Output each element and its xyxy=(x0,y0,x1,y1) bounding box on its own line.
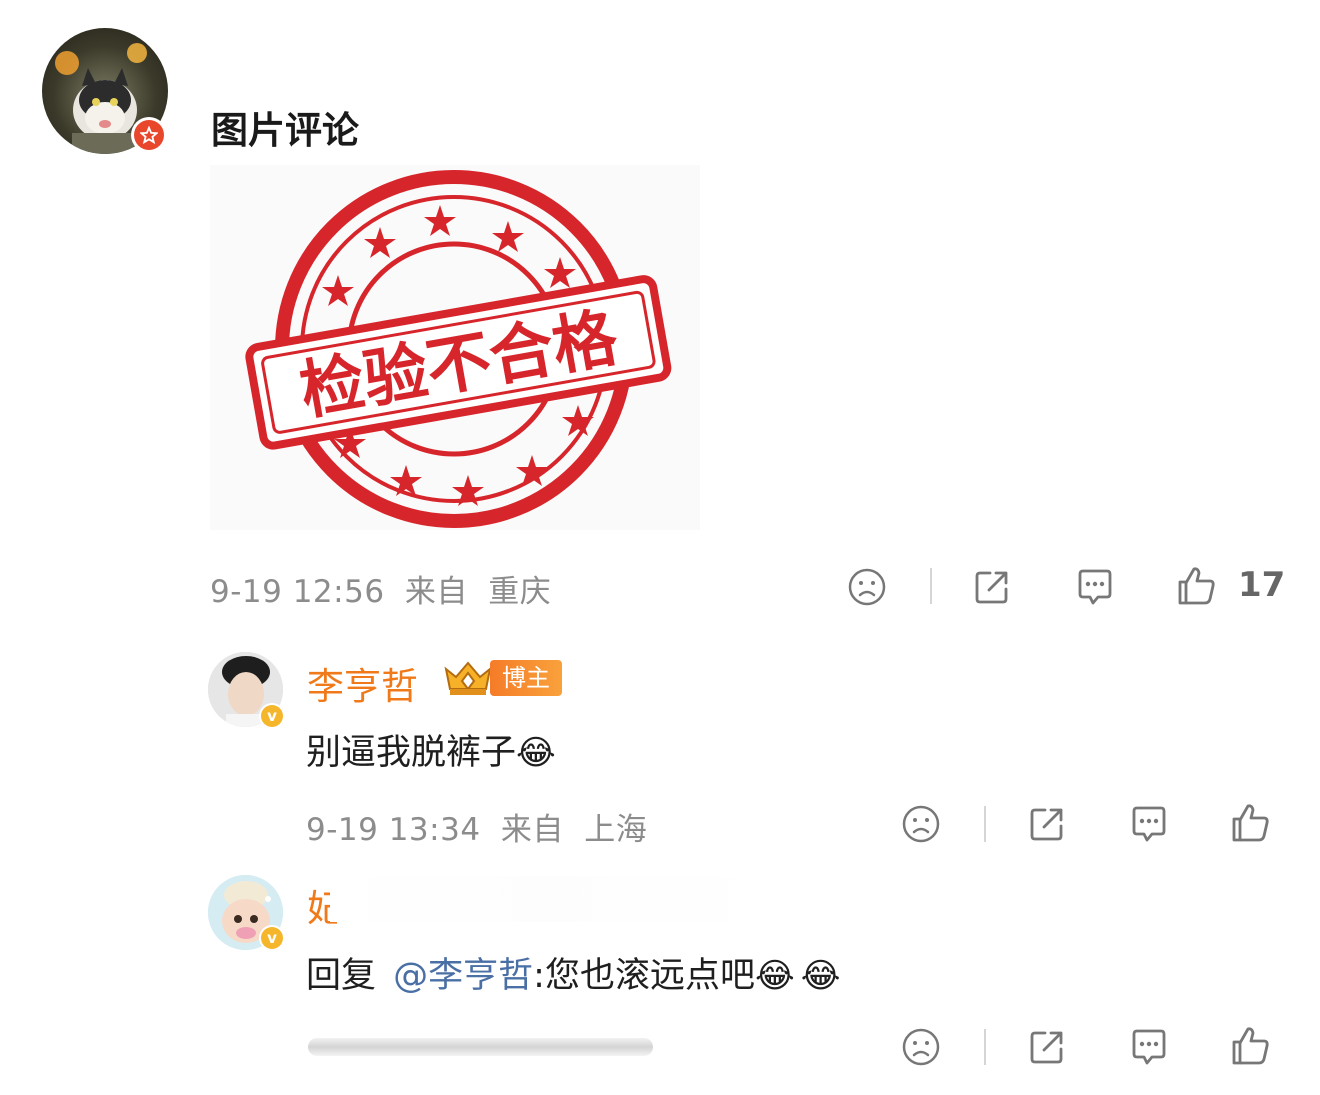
comment-meta: 9-19 13:34 来自 上海 xyxy=(306,804,647,849)
verified-v-icon: v xyxy=(259,925,285,951)
dislike-button[interactable] xyxy=(899,802,943,846)
frown-face-icon xyxy=(902,1028,940,1066)
thumbs-up-icon xyxy=(1232,804,1269,842)
dislike-button[interactable] xyxy=(845,565,889,609)
action-divider xyxy=(984,1029,986,1065)
post-image[interactable]: 检验不合格 xyxy=(210,165,700,530)
redacted-meta-bar xyxy=(308,1038,653,1056)
frown-face-icon xyxy=(902,805,940,843)
thumbs-up-icon xyxy=(1232,1027,1269,1065)
laughing-emoji-icon: 😂 xyxy=(800,956,841,996)
comment-bubble-icon xyxy=(1132,806,1166,842)
avatar-badge-icon xyxy=(131,117,167,153)
laughing-emoji-icon: 😂 xyxy=(754,956,795,996)
verified-v-icon: v xyxy=(259,703,285,729)
action-divider xyxy=(984,806,986,842)
comment-bubble-icon xyxy=(1078,569,1112,605)
thumbs-up-icon xyxy=(1178,567,1215,605)
comment-button[interactable] xyxy=(1127,1025,1171,1069)
post-meta: 9-19 12:56 来自 重庆 xyxy=(210,566,551,611)
share-icon xyxy=(975,571,1008,604)
like-button[interactable] xyxy=(1228,1023,1274,1069)
laughing-emoji-icon: 😂 xyxy=(516,733,556,773)
crown-icon xyxy=(444,661,492,695)
comment-bubble-icon xyxy=(1132,1029,1166,1065)
share-icon xyxy=(1030,808,1063,841)
share-button[interactable] xyxy=(1025,1025,1069,1069)
badge-label: 博主 xyxy=(490,660,562,696)
post-location: 重庆 xyxy=(488,574,552,610)
comment-button[interactable] xyxy=(1073,565,1117,609)
redacted-username-overlay xyxy=(330,876,770,922)
like-button[interactable] xyxy=(1174,563,1220,609)
action-divider xyxy=(930,568,932,604)
reply-text: :您也滚远点吧 xyxy=(533,956,755,996)
comment-date: 9-19 13:34 xyxy=(306,812,481,848)
comment-text-row: 别逼我脱裤子😂 xyxy=(306,724,556,775)
comment-from-label: 来自 xyxy=(500,812,564,848)
mention-link[interactable]: @李亨哲 xyxy=(393,956,533,996)
reply-text-row: 回复 @李亨哲:您也滚远点吧😂 😂 xyxy=(306,947,840,998)
share-button[interactable] xyxy=(970,565,1014,609)
dislike-button[interactable] xyxy=(899,1025,943,1069)
inspection-failed-stamp: 检验不合格 xyxy=(245,170,672,528)
like-count: 17 xyxy=(1238,565,1286,605)
comment-location: 上海 xyxy=(584,812,648,848)
comment-username[interactable]: 李亨哲 xyxy=(307,656,418,710)
like-button[interactable] xyxy=(1228,800,1274,846)
comment-text: 别逼我脱裤子 xyxy=(306,733,517,773)
post-date: 9-19 12:56 xyxy=(210,574,385,610)
share-button[interactable] xyxy=(1025,802,1069,846)
comment-button[interactable] xyxy=(1127,802,1171,846)
blogger-badge: 博主 xyxy=(440,658,562,698)
frown-face-icon xyxy=(848,568,886,606)
post-title: 图片评论 xyxy=(211,109,359,152)
post-from-label: 来自 xyxy=(404,574,468,610)
share-icon xyxy=(1030,1031,1063,1064)
reply-prefix: 回复 xyxy=(306,956,377,996)
